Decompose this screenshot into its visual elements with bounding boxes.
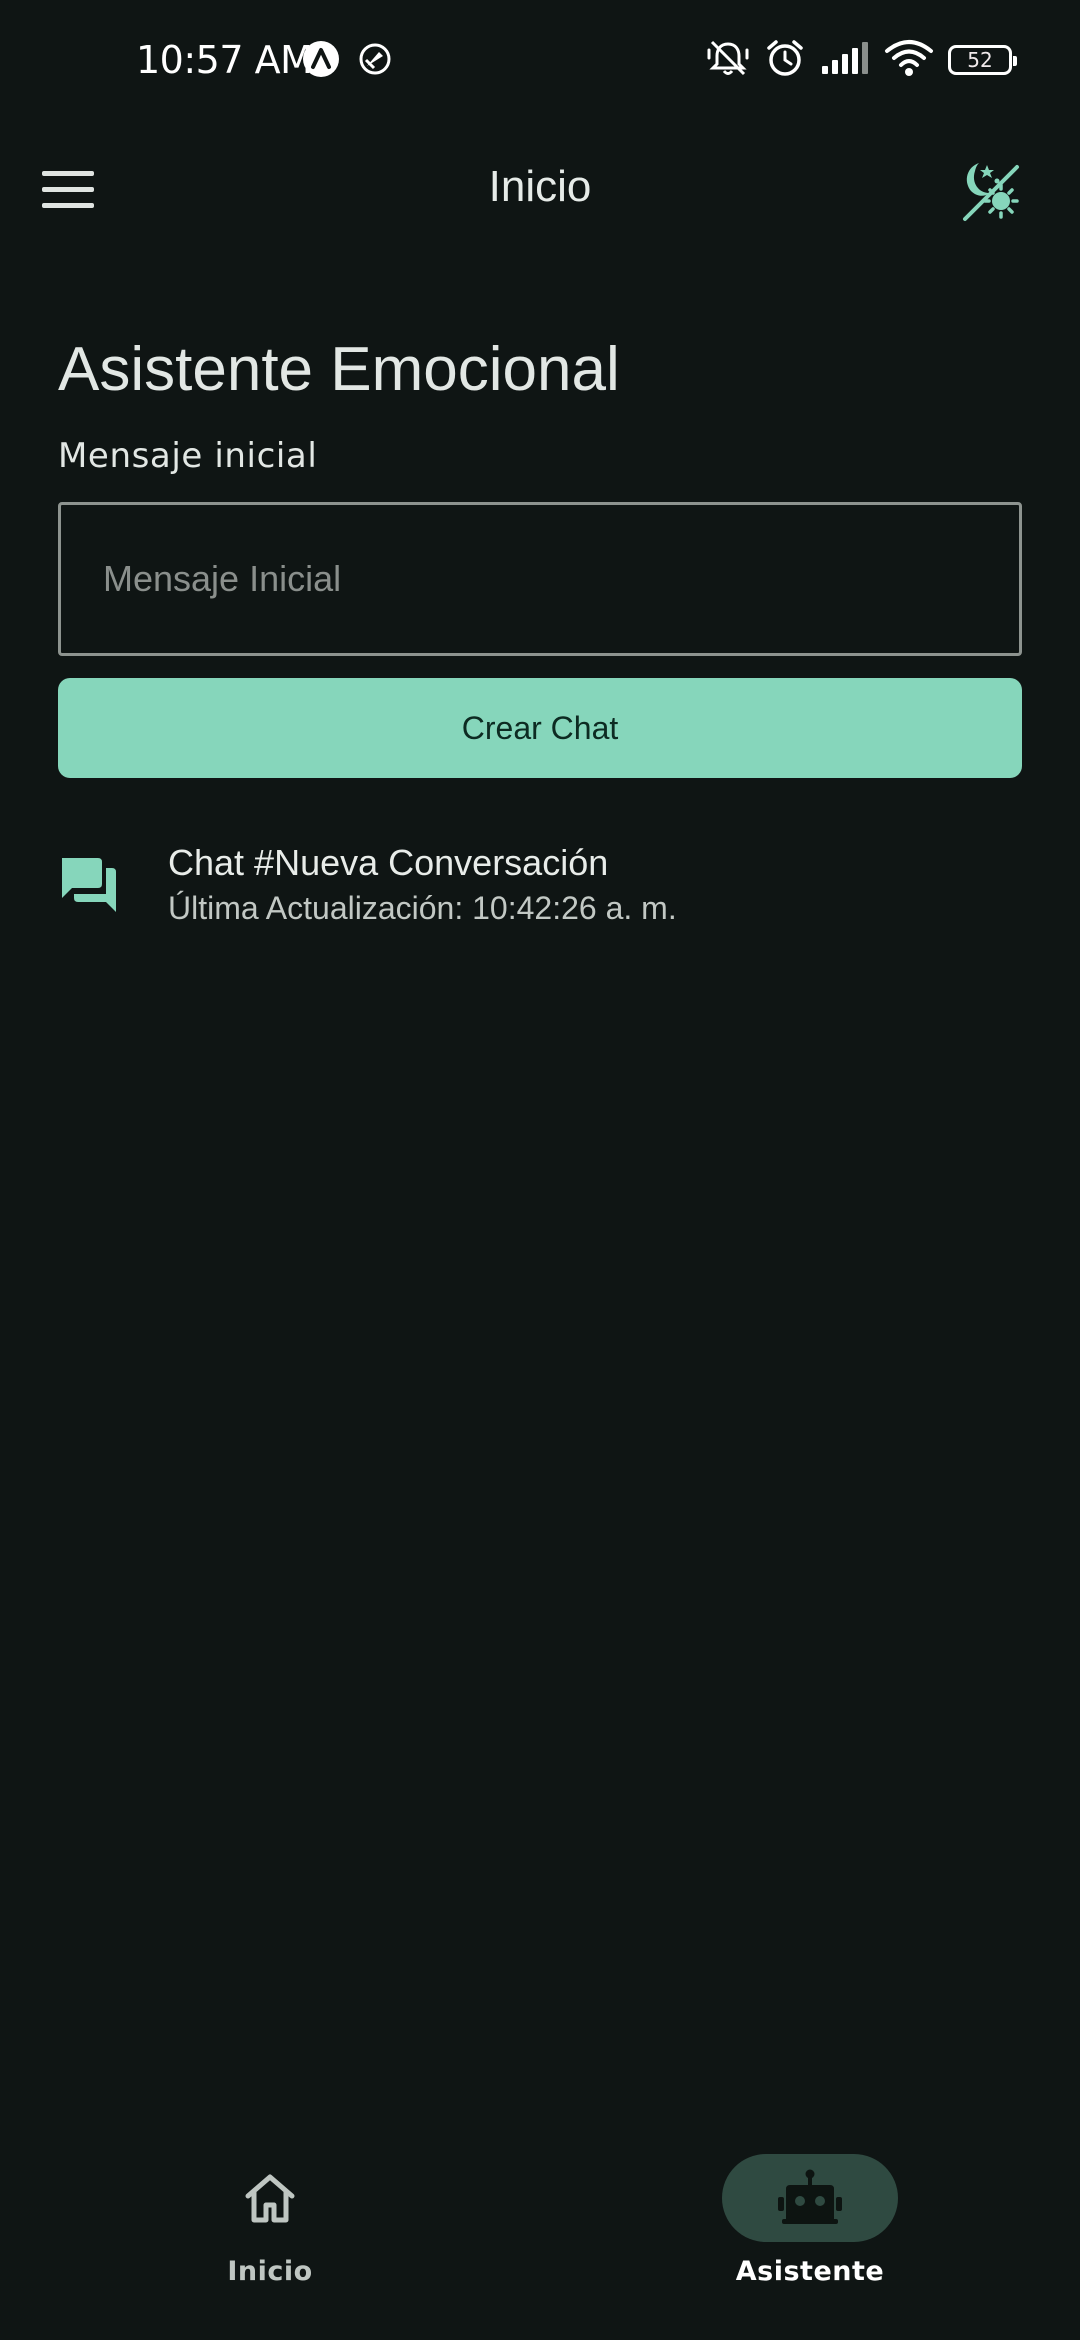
home-icon (245, 2174, 295, 2223)
forum-icon (62, 858, 116, 912)
battery-level-text: 52 (967, 48, 993, 72)
initial-message-input[interactable] (58, 502, 1022, 656)
nav-item-inicio[interactable]: Inicio (150, 2154, 390, 2287)
bottom-navigation-bar: Inicio Asistente (0, 2130, 1080, 2340)
alarm-icon (764, 38, 806, 82)
app-screen: 10:57 AM 52 Inicio Asistente Emocional M… (0, 0, 1080, 2340)
status-left-icons (302, 40, 392, 82)
chat-list-item[interactable]: Chat #Nueva Conversación Última Actualiz… (58, 840, 1022, 930)
chat-last-updated: Última Actualización: 10:42:26 a. m. (168, 890, 677, 926)
status-bar: 10:57 AM 52 (0, 0, 1080, 124)
chat-title: Chat #Nueva Conversación (168, 842, 609, 883)
wifi-icon (884, 39, 934, 81)
initial-message-label: Mensaje inicial (58, 436, 318, 476)
notification-compass-icon (358, 42, 392, 80)
status-right-icons: 52 (706, 38, 1017, 82)
nav-label-asistente: Asistente (735, 2256, 885, 2287)
top-app-bar: Inicio (0, 124, 1080, 256)
nav-pill-inicio (182, 2154, 358, 2242)
nav-pill-asistente (722, 2154, 898, 2242)
cellular-signal-icon (820, 40, 870, 80)
page-title: Asistente Emocional (58, 335, 620, 404)
mute-bell-icon (706, 38, 750, 82)
app-bar-title: Inicio (488, 162, 592, 211)
battery-icon: 52 (948, 45, 1017, 75)
notification-app-icon (302, 40, 340, 82)
main-content: Asistente Emocional Mensaje inicial Crea… (58, 330, 1022, 930)
chat-texts: Chat #Nueva Conversación Última Actualiz… (168, 840, 677, 930)
theme-toggle-button[interactable] (952, 152, 1028, 228)
nav-item-asistente[interactable]: Asistente (690, 2154, 930, 2287)
theme-toggle-icon (963, 163, 1019, 221)
robot-icon (778, 2169, 842, 2224)
nav-label-inicio: Inicio (227, 2256, 313, 2287)
status-time: 10:57 AM (136, 38, 313, 82)
create-chat-button[interactable]: Crear Chat (58, 678, 1022, 778)
